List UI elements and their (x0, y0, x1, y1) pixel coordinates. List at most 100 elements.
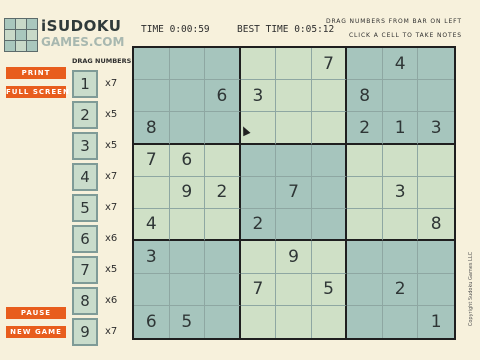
number-tile-1[interactable]: 1 (72, 70, 98, 98)
cell-r3-c6[interactable] (311, 112, 348, 145)
cell-r7-c1[interactable]: 3 (134, 241, 170, 274)
cell-r6-c9[interactable]: 8 (418, 209, 454, 242)
cell-r4-c2[interactable]: 6 (169, 144, 206, 177)
cell-r9-c1[interactable]: 6 (134, 305, 170, 338)
cell-r9-c9[interactable]: 1 (418, 305, 454, 338)
cell-r4-c1[interactable]: 7 (134, 144, 170, 177)
cell-r5-c4[interactable] (240, 176, 277, 210)
cell-r7-c3[interactable] (205, 241, 241, 274)
cell-r1-c3[interactable] (205, 48, 241, 81)
cell-r2-c6[interactable] (311, 80, 348, 113)
cell-r6-c5[interactable] (276, 209, 312, 242)
print-button[interactable]: PRINT (6, 67, 66, 79)
cell-r8-c7[interactable] (347, 273, 383, 306)
cell-r4-c3[interactable] (205, 144, 241, 177)
cell-r1-c5[interactable] (276, 48, 312, 81)
cell-r6-c8[interactable] (382, 209, 419, 242)
cell-r2-c2[interactable] (169, 80, 206, 113)
cell-r2-c9[interactable] (418, 80, 454, 113)
cell-r4-c7[interactable] (347, 144, 383, 177)
cell-r5-c2[interactable]: 9 (169, 176, 206, 210)
cell-r1-c1[interactable] (134, 48, 170, 81)
cell-r2-c7[interactable]: 8 (347, 80, 383, 113)
number-tile-5[interactable]: 5 (72, 194, 98, 222)
cell-r2-c3[interactable]: 6 (205, 80, 241, 113)
cell-r6-c7[interactable] (347, 209, 383, 242)
cell-r3-c5[interactable] (276, 112, 312, 145)
new-game-button[interactable]: NEW GAME (6, 326, 66, 338)
cell-r5-c1[interactable] (134, 176, 170, 210)
cell-r9-c4[interactable] (240, 305, 277, 338)
cell-r2-c8[interactable] (382, 80, 419, 113)
tray-item-8: 8 x6 (72, 287, 132, 315)
cell-r5-c5[interactable]: 7 (276, 176, 312, 210)
cell-r9-c5[interactable] (276, 305, 312, 338)
cell-r8-c9[interactable] (418, 273, 454, 306)
cell-r9-c2[interactable]: 5 (169, 305, 206, 338)
cell-r8-c2[interactable] (169, 273, 206, 306)
cell-r7-c2[interactable] (169, 241, 206, 274)
number-count-7: x5 (105, 264, 118, 275)
number-tile-3[interactable]: 3 (72, 132, 98, 160)
number-tile-2[interactable]: 2 (72, 101, 98, 129)
instruction-notes: CLICK A CELL TO TAKE NOTES (348, 32, 462, 39)
cell-r9-c8[interactable] (382, 305, 419, 338)
cell-r7-c9[interactable] (418, 241, 454, 274)
cell-r1-c6[interactable]: 7 (311, 48, 348, 81)
cell-r3-c7[interactable]: 2 (347, 112, 383, 145)
cell-r4-c6[interactable] (311, 144, 348, 177)
cell-r5-c6[interactable] (311, 176, 348, 210)
cell-r2-c1[interactable] (134, 80, 170, 113)
cell-r6-c6[interactable] (311, 209, 348, 242)
cell-r5-c9[interactable] (418, 176, 454, 210)
cell-r9-c3[interactable] (205, 305, 241, 338)
cell-r7-c5[interactable]: 9 (276, 241, 312, 274)
cell-r8-c5[interactable] (276, 273, 312, 306)
cell-r5-c3[interactable]: 2 (205, 176, 241, 210)
cell-r4-c8[interactable] (382, 144, 419, 177)
cell-r9-c6[interactable] (311, 305, 348, 338)
number-tile-9[interactable]: 9 (72, 318, 98, 346)
cell-r8-c8[interactable]: 2 (382, 273, 419, 306)
cell-r6-c1[interactable]: 4 (134, 209, 170, 242)
cell-r1-c4[interactable] (240, 48, 277, 81)
number-count-6: x6 (105, 233, 118, 244)
logo-line2: GAMES.COM (41, 35, 125, 49)
cell-r6-c3[interactable] (205, 209, 241, 242)
cell-r3-c1[interactable]: 8 (134, 112, 170, 145)
cell-r8-c4[interactable]: 7 (240, 273, 277, 306)
full-screen-button[interactable]: FULL SCREEN (6, 86, 69, 98)
cell-r3-c9[interactable]: 3 (418, 112, 454, 145)
copyright-text: Copyright Sudoku Games LLC (468, 251, 474, 327)
cell-r5-c8[interactable]: 3 (382, 176, 419, 210)
cell-r9-c7[interactable] (347, 305, 383, 338)
cell-r1-c2[interactable] (169, 48, 206, 81)
cell-r8-c6[interactable]: 5 (311, 273, 348, 306)
cell-r2-c4[interactable]: 3 (240, 80, 277, 113)
cell-r1-c7[interactable] (347, 48, 383, 81)
cell-r6-c4[interactable]: 2 (240, 209, 277, 242)
cell-r1-c9[interactable] (418, 48, 454, 81)
cell-r8-c3[interactable] (205, 273, 241, 306)
tray-item-9: 9 x7 (72, 318, 132, 346)
cell-r3-c2[interactable] (169, 112, 206, 145)
cell-r4-c9[interactable] (418, 144, 454, 177)
cell-r1-c8[interactable]: 4 (382, 48, 419, 81)
cell-r8-c1[interactable] (134, 273, 170, 306)
cell-r4-c4[interactable] (240, 144, 277, 177)
cell-r7-c7[interactable] (347, 241, 383, 274)
cell-r6-c2[interactable] (169, 209, 206, 242)
cell-r7-c4[interactable] (240, 241, 277, 274)
cell-r3-c8[interactable]: 1 (382, 112, 419, 145)
number-tile-4[interactable]: 4 (72, 163, 98, 191)
cell-r3-c3[interactable] (205, 112, 241, 145)
cell-r7-c6[interactable] (311, 241, 348, 274)
pause-button[interactable]: PAUSE (6, 307, 66, 319)
cell-r5-c7[interactable] (347, 176, 383, 210)
cell-r7-c8[interactable] (382, 241, 419, 274)
number-tile-6[interactable]: 6 (72, 225, 98, 253)
number-tile-8[interactable]: 8 (72, 287, 98, 315)
number-tile-7[interactable]: 7 (72, 256, 98, 284)
cell-r4-c5[interactable] (276, 144, 312, 177)
cell-r2-c5[interactable] (276, 80, 312, 113)
